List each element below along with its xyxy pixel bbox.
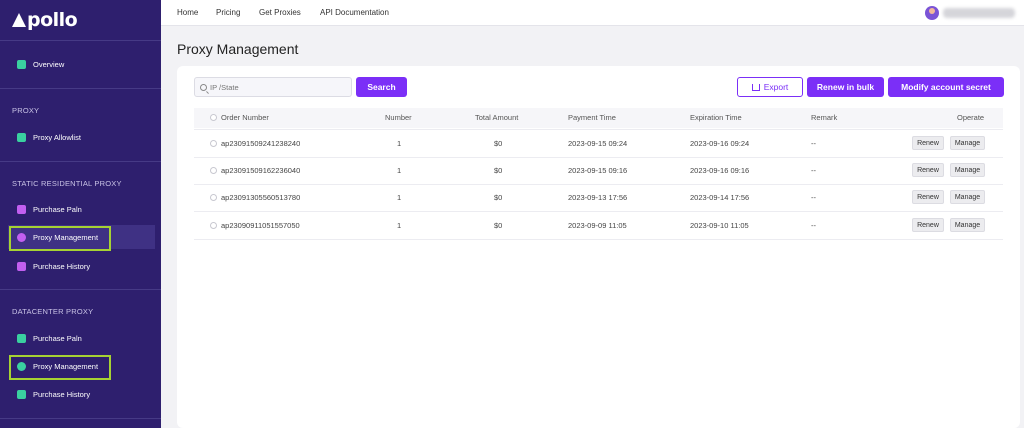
renew-button[interactable]: Renew [912,190,944,204]
blurred-username[interactable] [943,8,1015,18]
payment-time: 2023-09-13 17:56 [568,193,628,202]
col-payment-time: Payment Time [568,113,616,122]
search-field[interactable] [194,77,352,97]
total-amount: $0 [494,139,503,148]
nav-get-proxies[interactable]: Get Proxies [259,8,301,17]
order-number: ap23091509162236040 [221,166,301,175]
nav-pricing[interactable]: Pricing [216,8,240,17]
highlight-box-static-management [9,226,111,251]
number: 1 [397,221,402,230]
sidebar-section-static-residential: STATIC RESIDENTIAL PROXY [12,179,122,188]
renew-button[interactable]: Renew [912,218,944,232]
modify-account-secret-button[interactable]: Modify account secret [888,77,1004,97]
remark: -- [811,193,816,202]
row-divider [194,157,1003,158]
expiration-time: 2023-09-16 09:16 [690,166,750,175]
search-icon [200,83,207,91]
logo-triangle-icon [12,13,26,27]
manage-button[interactable]: Manage [950,190,985,204]
renew-button[interactable]: Renew [912,163,944,177]
sidebar-item-static-purchase-plan[interactable]: Purchase Paln [8,197,155,221]
expiration-time: 2023-09-16 09:24 [690,139,750,148]
payment-time: 2023-09-09 11:05 [568,221,627,230]
history-icon [17,261,26,271]
apollo-logo[interactable]: pollo [12,9,78,31]
cart-icon [17,204,26,214]
manage-button[interactable]: Manage [950,218,985,232]
expiration-time: 2023-09-10 11:05 [690,221,749,230]
row-divider [194,239,1003,240]
sidebar-section-proxy: PROXY [12,106,40,115]
sidebar-divider [0,40,161,41]
col-remark: Remark [811,113,838,122]
export-icon [751,83,760,91]
col-order-number: Order Number [221,113,269,122]
row-checkbox[interactable] [210,194,217,201]
sidebar-section-datacenter: DATACENTER PROXY [12,307,94,316]
highlight-box-dc-management [9,355,111,380]
payment-time: 2023-09-15 09:24 [568,139,628,148]
nav-api-documentation[interactable]: API Documentation [320,8,389,17]
order-number: ap23091305560513780 [221,193,301,202]
col-expiration-time: Expiration Time [690,113,742,122]
row-checkbox[interactable] [210,222,217,229]
sidebar-item-dc-purchase-history[interactable]: Purchase History [8,382,155,406]
row-divider [194,211,1003,212]
order-number: ap23090911051557050 [221,221,300,230]
total-amount: $0 [494,166,503,175]
manage-button[interactable]: Manage [950,163,985,177]
expiration-time: 2023-09-14 17:56 [690,193,750,202]
sidebar-divider [0,418,161,419]
renew-button[interactable]: Renew [912,136,944,150]
col-number: Number [385,113,412,122]
sidebar-item-overview[interactable]: Overview [8,52,155,76]
avatar[interactable] [925,6,939,20]
row-divider [194,129,1003,130]
total-amount: $0 [494,193,503,202]
number: 1 [397,139,402,148]
select-all-checkbox[interactable] [210,114,217,121]
total-amount: $0 [494,221,503,230]
order-number: ap23091509241238240 [221,139,301,148]
cart-icon [17,333,26,343]
number: 1 [397,193,402,202]
payment-time: 2023-09-15 09:16 [568,166,628,175]
col-operate: Operate [957,113,985,122]
number: 1 [397,166,402,175]
sidebar-divider [0,161,161,162]
sidebar-item-dc-purchase-plan[interactable]: Purchase Paln [8,326,155,350]
remark: -- [811,166,816,175]
row-divider [194,184,1003,185]
export-button[interactable]: Export [737,77,803,97]
page-title: Proxy Management [177,41,299,57]
sidebar-divider [0,88,161,89]
nav-home[interactable]: Home [177,8,198,17]
search-button[interactable]: Search [356,77,407,97]
remark: -- [811,221,816,230]
col-total-amount: Total Amount [475,113,519,122]
sidebar-item-proxy-allowlist[interactable]: Proxy Allowlist [8,125,155,149]
manage-button[interactable]: Manage [950,136,985,150]
renew-in-bulk-button[interactable]: Renew in bulk [807,77,884,97]
sidebar-divider [0,289,161,290]
allowlist-icon [17,132,26,142]
row-checkbox[interactable] [210,140,217,147]
sidebar-item-static-purchase-history[interactable]: Purchase History [8,254,155,278]
history-icon [17,389,26,399]
remark: -- [811,139,816,148]
row-checkbox[interactable] [210,167,217,174]
home-icon [17,59,26,69]
search-input[interactable] [210,82,340,92]
